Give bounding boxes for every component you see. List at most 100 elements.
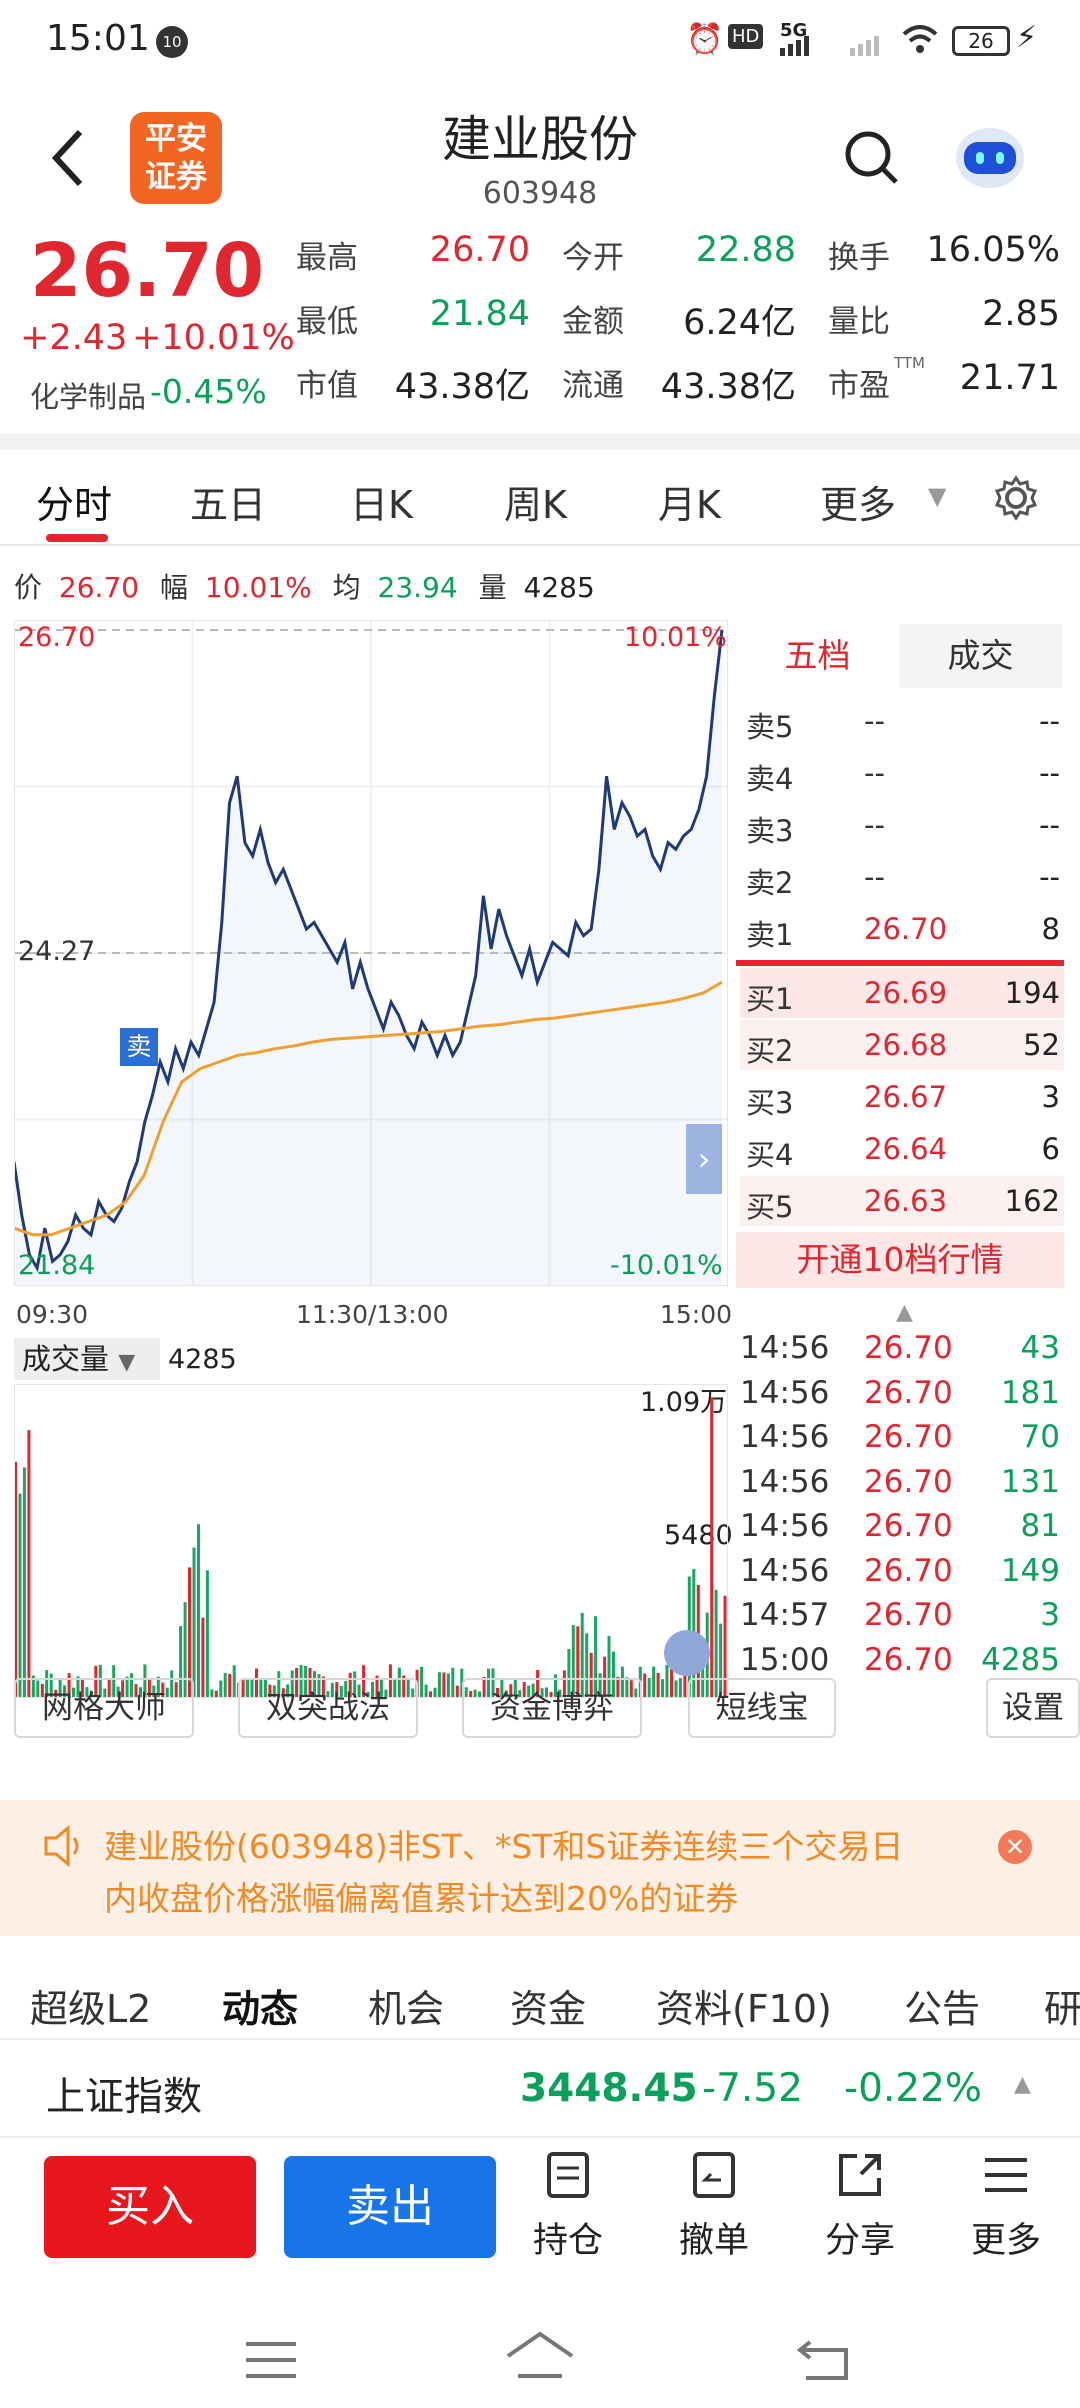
bid-volume: 3 <box>1041 1080 1060 1114</box>
volume-bar <box>661 1679 665 1698</box>
quote-field-label: 市值 <box>296 368 358 404</box>
speaker-icon <box>44 1824 79 1868</box>
tab-opportunity[interactable]: 机会 <box>368 1978 444 2033</box>
vol-label: 量 <box>478 571 507 604</box>
tab-weekly-k[interactable]: 周K <box>504 474 567 529</box>
bid-row[interactable]: 买2 26.68 52 <box>740 1020 1064 1070</box>
bid-row[interactable]: 买4 26.64 6 <box>740 1124 1064 1174</box>
orderbook-tabs: 五档 成交 <box>736 624 1062 688</box>
chevron-down-icon: ▼ <box>118 1350 136 1375</box>
volume-bar <box>197 1524 200 1698</box>
tools-settings-button[interactable]: 设置 <box>986 1678 1080 1738</box>
tab-more[interactable]: 更多 <box>820 474 896 529</box>
share-button[interactable]: 分享 <box>810 2150 910 2263</box>
tool-fund-game[interactable]: 资金博弈 <box>462 1678 642 1738</box>
ask-label: 卖5 <box>746 710 794 744</box>
trade-time: 14:56 <box>740 1419 830 1455</box>
last-price: 26.70 <box>30 228 265 314</box>
ask-row[interactable]: 卖1 26.70 8 <box>740 904 1064 954</box>
tab-super-l2[interactable]: 超级L2 <box>30 1978 151 2033</box>
bid-row[interactable]: 买3 26.67 3 <box>740 1072 1064 1122</box>
intraday-price-chart[interactable] <box>14 620 728 1286</box>
volume-bar <box>228 1673 232 1698</box>
tab-trades[interactable]: 成交 <box>899 624 1062 688</box>
quote-field-label: 最高 <box>296 240 358 276</box>
bid-volume: 162 <box>1004 1184 1060 1218</box>
battery-icon: 26 <box>952 26 1010 56</box>
sell-button[interactable]: 卖出 <box>284 2156 496 2258</box>
tab-intraday[interactable]: 分时 <box>36 474 112 529</box>
tab-five-day[interactable]: 五日 <box>190 474 266 529</box>
recent-apps-icon[interactable] <box>244 2340 298 2384</box>
chevron-up-icon[interactable]: ▲ <box>896 1300 913 1325</box>
ask-volume: 8 <box>1041 912 1060 946</box>
buy-button[interactable]: 买入 <box>44 2156 256 2258</box>
tool-short-term[interactable]: 短线宝 <box>688 1678 836 1738</box>
home-icon[interactable] <box>504 2330 576 2386</box>
tool-double-breakout[interactable]: 双突战法 <box>238 1678 418 1738</box>
close-icon[interactable]: ✕ <box>998 1830 1032 1864</box>
bid-row[interactable]: 买1 26.69 194 <box>740 968 1064 1018</box>
tab-f10[interactable]: 资料(F10) <box>656 1978 832 2033</box>
trade-price: 26.70 <box>864 1597 953 1633</box>
cancel-order-button[interactable]: 撤单 <box>664 2150 764 2263</box>
info-avg: 23.94 <box>377 571 458 604</box>
fullscreen-icon[interactable] <box>664 1630 710 1676</box>
trade-volume: 70 <box>1020 1419 1060 1455</box>
tool-grid-master[interactable]: 网格大师 <box>14 1678 194 1738</box>
quote-field-value: 2.85 <box>982 294 1060 334</box>
quote-field-value: 6.24亿 <box>683 303 796 343</box>
tab-five-level[interactable]: 五档 <box>736 624 899 688</box>
tab-research[interactable]: 研 <box>1044 1978 1080 2033</box>
sector-change-pct: -0.45% <box>150 372 267 411</box>
chevron-up-icon[interactable]: ▲ <box>1014 2072 1031 2097</box>
quote-field-label: 今开 <box>562 240 624 276</box>
sector-name[interactable]: 化学制品 <box>30 374 146 416</box>
volume-bar <box>192 1547 196 1698</box>
gear-icon[interactable] <box>992 474 1040 522</box>
trade-price: 26.70 <box>864 1374 953 1411</box>
ask-row[interactable]: 卖3 -- -- <box>740 800 1064 850</box>
tab-daily-k[interactable]: 日K <box>350 474 413 529</box>
quote-field-value: 26.70 <box>429 230 530 270</box>
bid-volume: 6 <box>1041 1132 1060 1166</box>
bid-price: 26.63 <box>864 1184 948 1218</box>
back-icon[interactable] <box>48 126 88 190</box>
stock-code: 603948 <box>482 176 598 211</box>
quote-field-value: 21.84 <box>429 294 530 334</box>
robot-assistant-icon[interactable] <box>950 118 1030 194</box>
ask-row[interactable]: 卖2 -- -- <box>740 852 1064 902</box>
chevron-down-icon[interactable]: ▼ <box>928 482 946 510</box>
expand-orderbook-button[interactable]: › <box>686 1124 722 1194</box>
tab-announcements[interactable]: 公告 <box>904 1978 980 2033</box>
trade-price: 26.70 <box>864 1641 953 1678</box>
back-nav-icon[interactable] <box>796 2336 852 2384</box>
share-icon <box>839 2154 881 2196</box>
trade-volume: 3 <box>1040 1597 1060 1633</box>
ask-label: 卖3 <box>746 814 794 848</box>
bid-price: 26.68 <box>864 1028 948 1062</box>
volume-indicator-select[interactable]: 成交量 ▼ <box>14 1338 160 1380</box>
tab-funds[interactable]: 资金 <box>510 1978 586 2033</box>
trade-time: 14:56 <box>740 1330 830 1366</box>
sell-marker[interactable]: 卖 <box>120 1028 158 1066</box>
quote-field-label: 流通 <box>562 368 624 404</box>
trade-volume: 149 <box>1000 1552 1060 1589</box>
volume-bar <box>656 1673 660 1698</box>
trade-volume: 43 <box>1020 1330 1060 1366</box>
active-tab-indicator <box>46 534 108 542</box>
bid-row[interactable]: 买5 26.63 162 <box>740 1176 1064 1226</box>
tab-monthly-k[interactable]: 月K <box>658 474 721 529</box>
volume-bar-chart <box>14 1384 728 1698</box>
upgrade-level10-button[interactable]: 开通10档行情 <box>736 1232 1064 1288</box>
more-button[interactable]: 更多 <box>956 2150 1056 2263</box>
tab-news[interactable]: 动态 <box>222 1978 298 2033</box>
ask-row[interactable]: 卖5 -- -- <box>740 696 1064 746</box>
index-ticker[interactable]: 上证指数 3448.45 -7.52 -0.22% ▲ <box>0 2042 1080 2138</box>
volume-bar <box>232 1665 236 1698</box>
more-label: 更多 <box>970 2221 1041 2261</box>
positions-button[interactable]: 持仓 <box>518 2150 618 2263</box>
search-icon[interactable] <box>842 128 902 188</box>
ask-row[interactable]: 卖4 -- -- <box>740 748 1064 798</box>
ask-volume: -- <box>1039 808 1060 842</box>
